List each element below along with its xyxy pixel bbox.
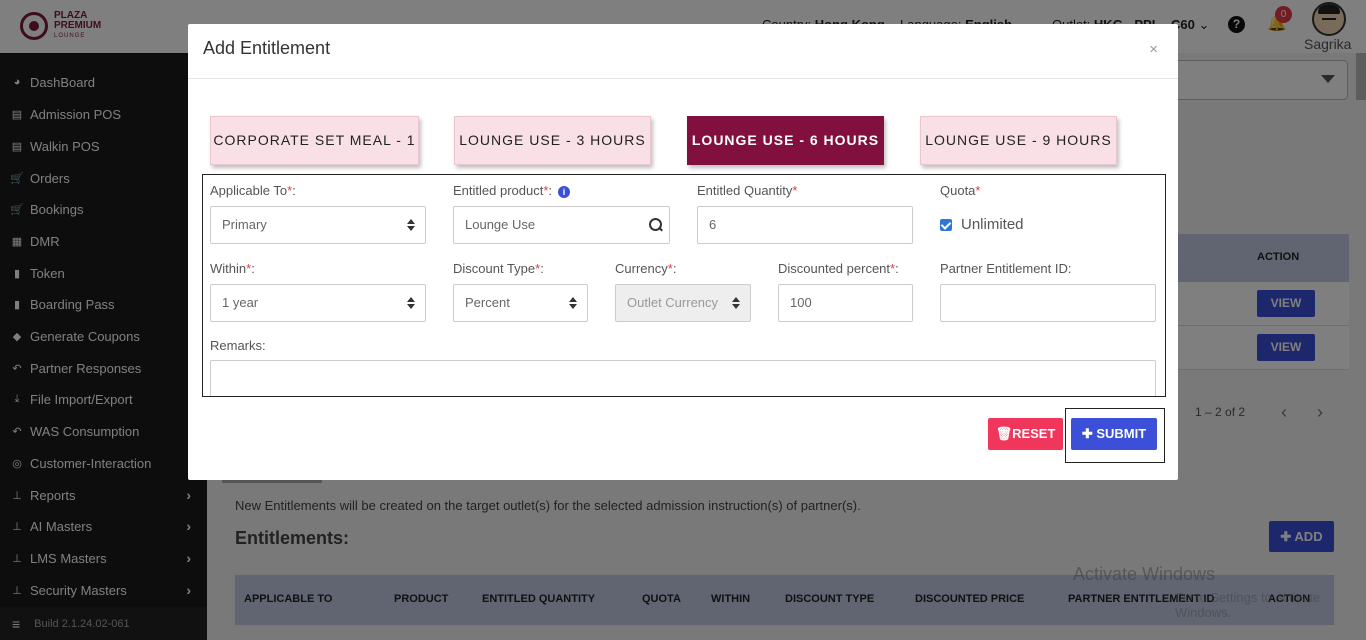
label-colon: : [540, 261, 544, 276]
plus-icon: ✚ [1081, 426, 1097, 441]
label-text: Quota [940, 183, 976, 198]
currency-select: Outlet Currency [615, 284, 751, 322]
input-placeholder: Lounge Use [465, 217, 536, 232]
label-text: Applicable To [210, 183, 288, 198]
required-mark: * [975, 183, 981, 198]
entitled-quantity-label: Entitled Quantity* [697, 183, 797, 198]
unlimited-checkbox[interactable] [940, 219, 952, 231]
discounted-percent-label: Discounted percent*: [778, 261, 899, 276]
discount-type-select[interactable]: Percent [453, 284, 588, 322]
modal-title: Add Entitlement [203, 38, 331, 58]
partner-entitlement-id-input[interactable] [940, 284, 1156, 322]
within-label: Within*: [210, 261, 255, 276]
label-text: Discounted percent [778, 261, 891, 276]
select-value: Percent [465, 295, 510, 310]
quota-label: Quota* [940, 183, 980, 198]
submit-label: SUBMIT [1096, 426, 1147, 441]
applicable-to-label: Applicable To*: [210, 183, 296, 198]
required-mark: * [792, 183, 798, 198]
close-icon[interactable]: × [1149, 41, 1158, 58]
remarks-label: Remarks: [210, 338, 266, 353]
label-colon: : [672, 261, 677, 276]
sort-arrows-icon [569, 297, 577, 310]
label-text: Entitled product [453, 183, 544, 198]
label-text: Entitled Quantity [697, 183, 793, 198]
entitled-quantity-input[interactable]: 6 [697, 206, 913, 244]
label-text: Within [210, 261, 247, 276]
select-value: Primary [222, 217, 267, 232]
trash-icon: 🗑 [995, 426, 1013, 441]
select-value: 1 year [222, 295, 259, 310]
reset-label: RESET [1012, 426, 1056, 441]
product-tab-lounge-use-3-hours[interactable]: LOUNGE USE - 3 HOURS [454, 116, 651, 165]
submit-button-focus-ring: ✚ SUBMIT [1065, 408, 1165, 463]
select-value: Outlet Currency [627, 295, 719, 310]
product-tab-corporate-set-meal[interactable]: CORPORATE SET MEAL - 1 [210, 116, 419, 165]
label-colon: : [292, 183, 296, 198]
add-entitlement-modal: Add Entitlement × CORPORATE SET MEAL - 1… [188, 24, 1178, 480]
unlimited-label[interactable]: Unlimited [961, 216, 1024, 233]
search-icon[interactable] [649, 218, 663, 232]
entitlement-form: Applicable To*: Primary Entitled product… [202, 174, 1166, 397]
sort-arrows-icon [407, 297, 415, 310]
reset-button[interactable]: 🗑RESET [988, 418, 1063, 450]
discounted-percent-input[interactable]: 100 [778, 284, 913, 322]
label-text: Discount Type [453, 261, 536, 276]
label-colon: : [895, 261, 899, 276]
sort-arrows-icon [732, 297, 740, 310]
product-tab-lounge-use-6-hours[interactable]: LOUNGE USE - 6 HOURS [687, 116, 884, 165]
entitled-product-label: Entitled product*: i [453, 183, 571, 198]
product-tab-lounge-use-9-hours[interactable]: LOUNGE USE - 9 HOURS [920, 116, 1117, 165]
currency-label: Currency*: [615, 261, 676, 276]
modal-divider [188, 78, 1178, 79]
remarks-textarea[interactable] [210, 360, 1156, 396]
entitled-product-search-input[interactable]: Lounge Use [453, 206, 670, 244]
discount-type-label: Discount Type*: [453, 261, 544, 276]
sort-arrows-icon [407, 219, 415, 232]
applicable-to-select[interactable]: Primary [210, 206, 426, 244]
submit-button[interactable]: ✚ SUBMIT [1071, 418, 1157, 450]
partner-entitlement-id-label: Partner Entitlement ID: [940, 261, 1072, 276]
label-colon: : [251, 261, 255, 276]
info-icon[interactable]: i [558, 185, 571, 198]
within-select[interactable]: 1 year [210, 284, 426, 322]
label-text: Currency [615, 261, 668, 276]
label-colon: : [548, 183, 553, 198]
